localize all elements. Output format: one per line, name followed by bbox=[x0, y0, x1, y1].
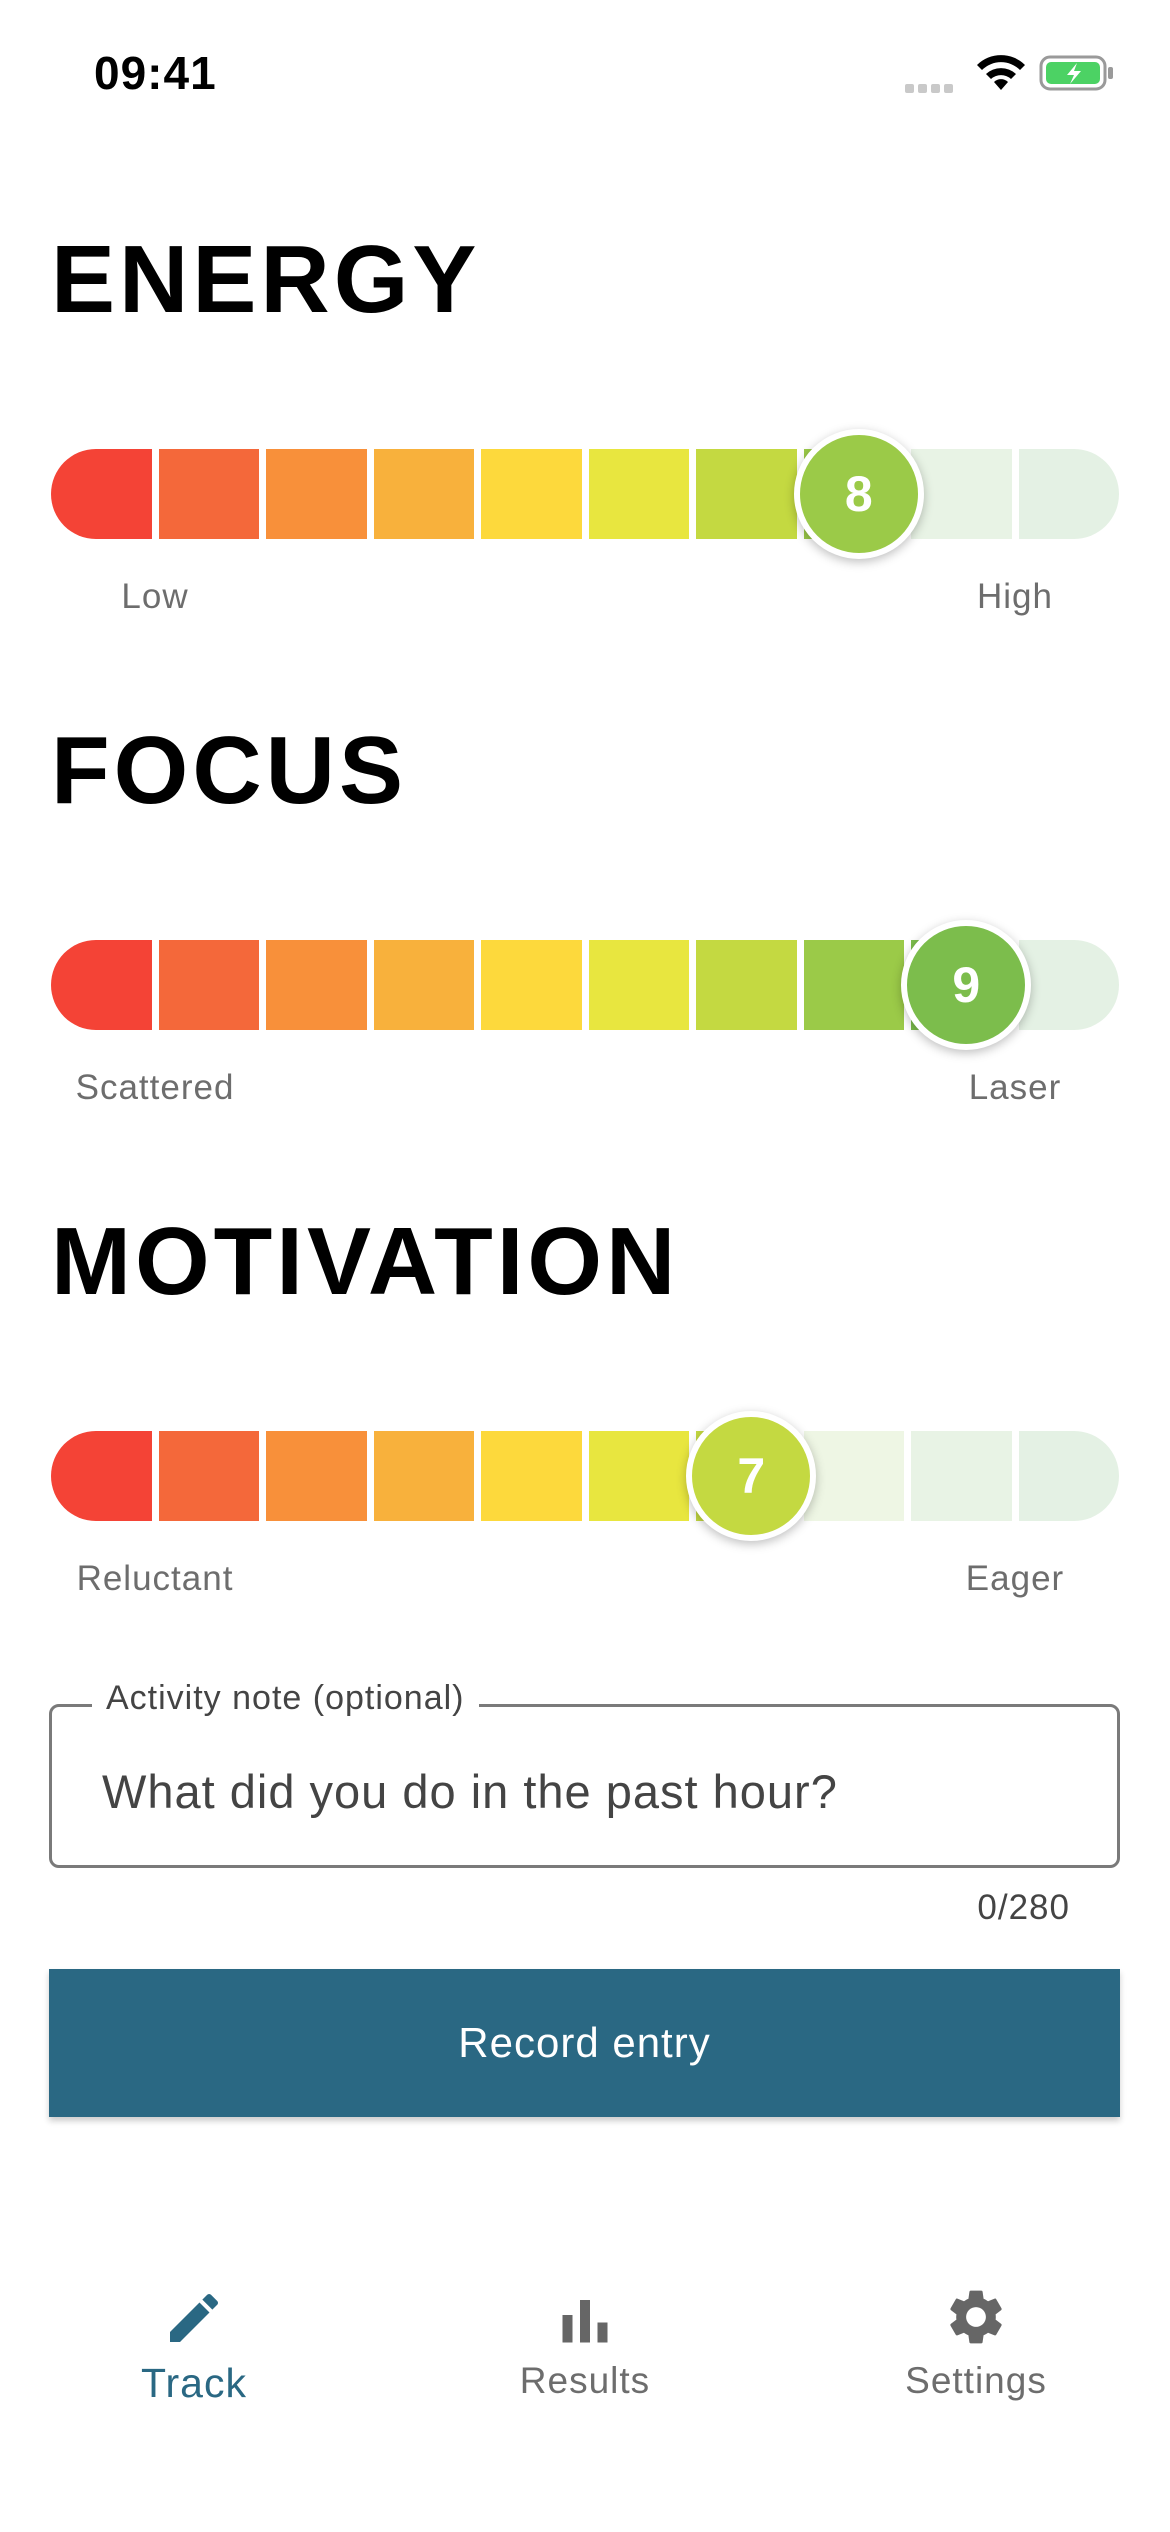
slider-segment[interactable] bbox=[911, 1431, 1012, 1521]
section-title: MOTIVATION bbox=[51, 1208, 680, 1315]
slider-segment[interactable] bbox=[803, 940, 904, 1030]
slider-segment[interactable] bbox=[481, 1431, 582, 1521]
slider-min-label: Scattered bbox=[75, 1068, 235, 1107]
slider-thumb[interactable]: 9 bbox=[901, 920, 1032, 1050]
slider-segment[interactable] bbox=[1018, 940, 1119, 1030]
rating-slider-track[interactable] bbox=[51, 449, 1119, 539]
slider-min-label: Reluctant bbox=[76, 1559, 234, 1598]
record-entry-button[interactable]: Record entry bbox=[49, 1969, 1120, 2117]
slider-segment[interactable] bbox=[481, 449, 582, 539]
bar-chart-icon bbox=[562, 2300, 608, 2343]
slider-segment[interactable] bbox=[373, 940, 474, 1030]
slider-segment[interactable] bbox=[373, 449, 474, 539]
rating-slider-track[interactable] bbox=[51, 1431, 1119, 1521]
slider-segment[interactable] bbox=[1018, 449, 1119, 539]
cellular-signal-icon bbox=[905, 80, 957, 98]
bottom-navigation: Track Results Settings bbox=[0, 2270, 1170, 2430]
activity-note-input[interactable] bbox=[100, 1763, 1064, 1820]
slider-segment[interactable] bbox=[373, 1431, 474, 1521]
slider-segment[interactable] bbox=[158, 1431, 259, 1521]
section-title: FOCUS bbox=[51, 717, 407, 824]
status-time: 09:41 bbox=[94, 47, 217, 99]
slider-max-label: Eager bbox=[965, 1559, 1065, 1598]
slider-segment[interactable] bbox=[803, 1431, 904, 1521]
slider-segment[interactable] bbox=[158, 940, 259, 1030]
slider-min-label: Low bbox=[121, 577, 189, 616]
activity-note-label: Activity note (optional) bbox=[92, 1679, 479, 1718]
slider-segment[interactable] bbox=[1018, 1431, 1119, 1521]
section-title: ENERGY bbox=[51, 226, 481, 333]
nav-label-settings: Settings bbox=[905, 2360, 1047, 2401]
slider-max-label: High bbox=[977, 577, 1053, 616]
status-bar: 09:41 bbox=[0, 0, 1170, 150]
slider-segment[interactable] bbox=[696, 940, 797, 1030]
pencil-icon bbox=[170, 2293, 219, 2342]
nav-item-results[interactable]: Results bbox=[435, 2270, 735, 2402]
slider-segment[interactable] bbox=[51, 1431, 152, 1521]
slider-segment[interactable] bbox=[696, 449, 797, 539]
nav-item-settings[interactable]: Settings bbox=[826, 2270, 1126, 2402]
battery-charging-icon bbox=[1039, 55, 1113, 91]
nav-label-results: Results bbox=[519, 2360, 651, 2401]
character-counter: 0/280 bbox=[977, 1888, 1070, 1927]
slider-segment[interactable] bbox=[266, 940, 367, 1030]
nav-label-track: Track bbox=[141, 2360, 247, 2406]
nav-item-track[interactable]: Track bbox=[44, 2270, 344, 2407]
slider-segment[interactable] bbox=[588, 940, 689, 1030]
gear-icon bbox=[950, 2290, 1002, 2344]
slider-segment[interactable] bbox=[266, 449, 367, 539]
slider-segment[interactable] bbox=[588, 1431, 689, 1521]
slider-segment[interactable] bbox=[266, 1431, 367, 1521]
slider-segment[interactable] bbox=[51, 449, 152, 539]
slider-thumb[interactable]: 7 bbox=[686, 1411, 817, 1541]
slider-segment[interactable] bbox=[158, 449, 259, 539]
wifi-icon bbox=[977, 55, 1025, 90]
slider-thumb[interactable]: 8 bbox=[793, 429, 924, 559]
slider-max-label: Laser bbox=[968, 1068, 1062, 1107]
slider-segment[interactable] bbox=[51, 940, 152, 1030]
slider-segment[interactable] bbox=[911, 449, 1012, 539]
slider-segment[interactable] bbox=[588, 449, 689, 539]
activity-note-field[interactable]: Activity note (optional) bbox=[49, 1679, 1120, 1868]
slider-segment[interactable] bbox=[481, 940, 582, 1030]
